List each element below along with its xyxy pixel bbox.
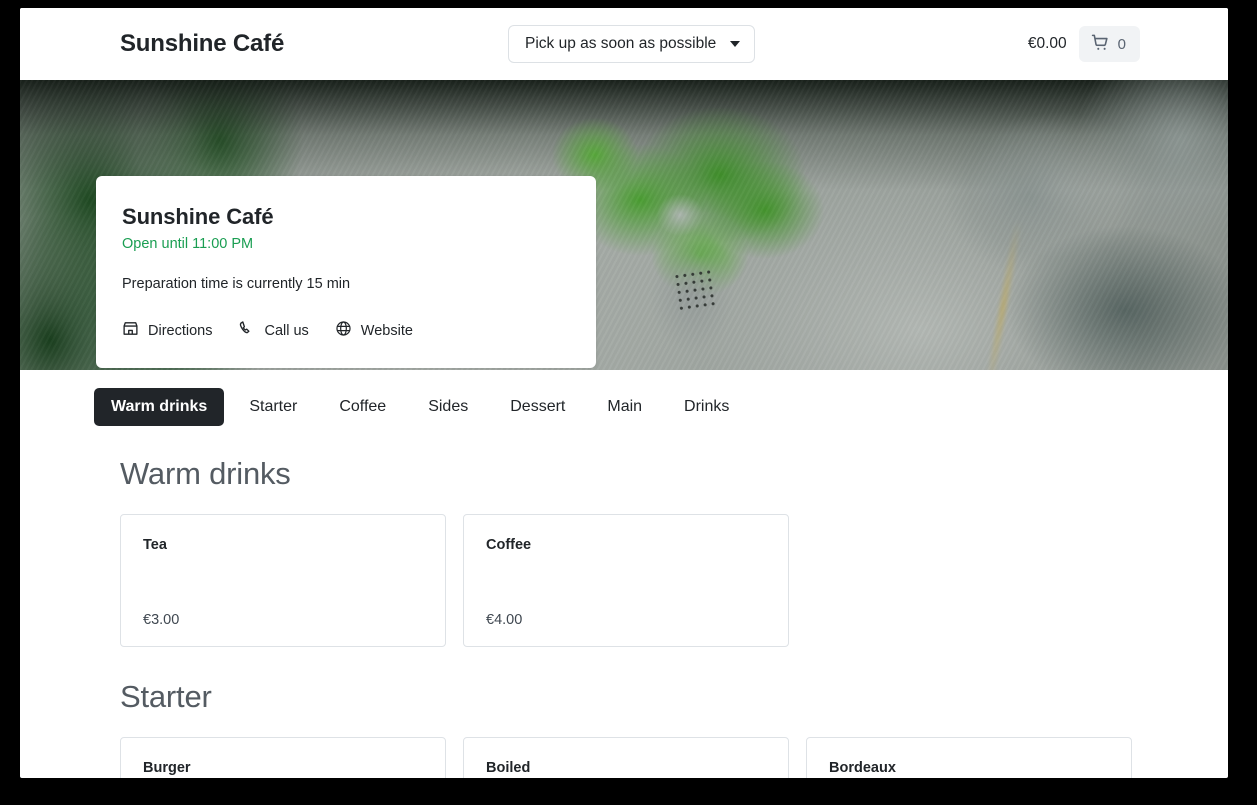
directions-label: Directions: [148, 323, 213, 339]
restaurant-name: Sunshine Café: [122, 204, 274, 229]
storefront-icon: [122, 320, 139, 342]
website-label: Website: [360, 323, 413, 339]
hero-banner: Sunshine Café Open until 11:00 PM Prepar…: [20, 80, 1228, 370]
cart-item-count: 0: [1117, 35, 1126, 53]
tab-warm-drinks[interactable]: Warm drinks: [94, 388, 225, 426]
tab-sides[interactable]: Sides: [411, 388, 485, 426]
section-title: Warm drinks: [120, 456, 291, 491]
menu-item-name: Boiled: [486, 760, 531, 776]
menu-item-grid: Burger Boiled Bordeaux: [120, 737, 1154, 778]
menu-item-name: Tea: [143, 537, 167, 553]
menu-item-name: Bordeaux: [829, 760, 896, 776]
cart-button[interactable]: 0: [1078, 26, 1140, 62]
menu-item-price: €4.00: [486, 612, 523, 628]
directions-link[interactable]: Directions: [122, 320, 212, 342]
shopping-cart-icon: [1091, 33, 1110, 55]
device-frame: Sunshine Café Pick up as soon as possibl…: [0, 0, 1257, 805]
photo-detail-shaker-holes: [672, 267, 720, 313]
preparation-time: Preparation time is currently 15 min: [122, 276, 351, 292]
tab-starter[interactable]: Starter: [232, 388, 314, 426]
menu-item-grid: Tea €3.00 Coffee €4.00: [120, 514, 1154, 647]
globe-icon: [335, 320, 352, 342]
menu-item-card[interactable]: Boiled: [463, 737, 789, 778]
tab-drinks[interactable]: Drinks: [667, 388, 746, 426]
chevron-down-icon: [730, 41, 741, 47]
menu-item-name: Burger: [143, 760, 191, 776]
menu-content: Warm drinks Tea €3.00 Coffee €4.00 Start…: [20, 426, 1228, 778]
info-actions: Directions Call us Website: [122, 320, 568, 342]
cart-area: €0.00 0: [1028, 26, 1140, 62]
category-tabs: Warm drinks Starter Coffee Sides Dessert…: [20, 370, 1228, 426]
menu-item-card[interactable]: Coffee €4.00: [463, 514, 789, 647]
tab-main[interactable]: Main: [590, 388, 659, 426]
tab-dessert[interactable]: Dessert: [493, 388, 582, 426]
menu-item-card[interactable]: Burger: [120, 737, 446, 778]
website-link[interactable]: Website: [335, 320, 413, 342]
menu-item-card[interactable]: Tea €3.00: [120, 514, 446, 647]
menu-item-card[interactable]: Bordeaux: [806, 737, 1132, 778]
call-us-label: Call us: [264, 323, 309, 339]
site-header: Sunshine Café Pick up as soon as possibl…: [20, 8, 1228, 80]
pickup-time-label: Pick up as soon as possible: [525, 35, 717, 52]
menu-section-warm-drinks: Warm drinks Tea €3.00 Coffee €4.00: [120, 456, 1154, 647]
browser-viewport: Sunshine Café Pick up as soon as possibl…: [20, 8, 1228, 778]
brand-title: Sunshine Café: [120, 30, 285, 57]
menu-item-name: Coffee: [486, 537, 532, 553]
pickup-time-dropdown[interactable]: Pick up as soon as possible: [508, 25, 756, 63]
cart-total-amount: €0.00: [1027, 35, 1067, 52]
tab-coffee[interactable]: Coffee: [322, 388, 403, 426]
restaurant-info-card: Sunshine Café Open until 11:00 PM Prepar…: [96, 176, 596, 368]
menu-item-price: €3.00: [143, 612, 180, 628]
call-us-link[interactable]: Call us: [238, 320, 309, 342]
phone-icon: [238, 320, 255, 342]
section-title: Starter: [120, 679, 212, 714]
menu-section-starter: Starter Burger Boiled Bordeaux: [120, 679, 1154, 778]
open-status: Open until 11:00 PM: [122, 236, 254, 252]
